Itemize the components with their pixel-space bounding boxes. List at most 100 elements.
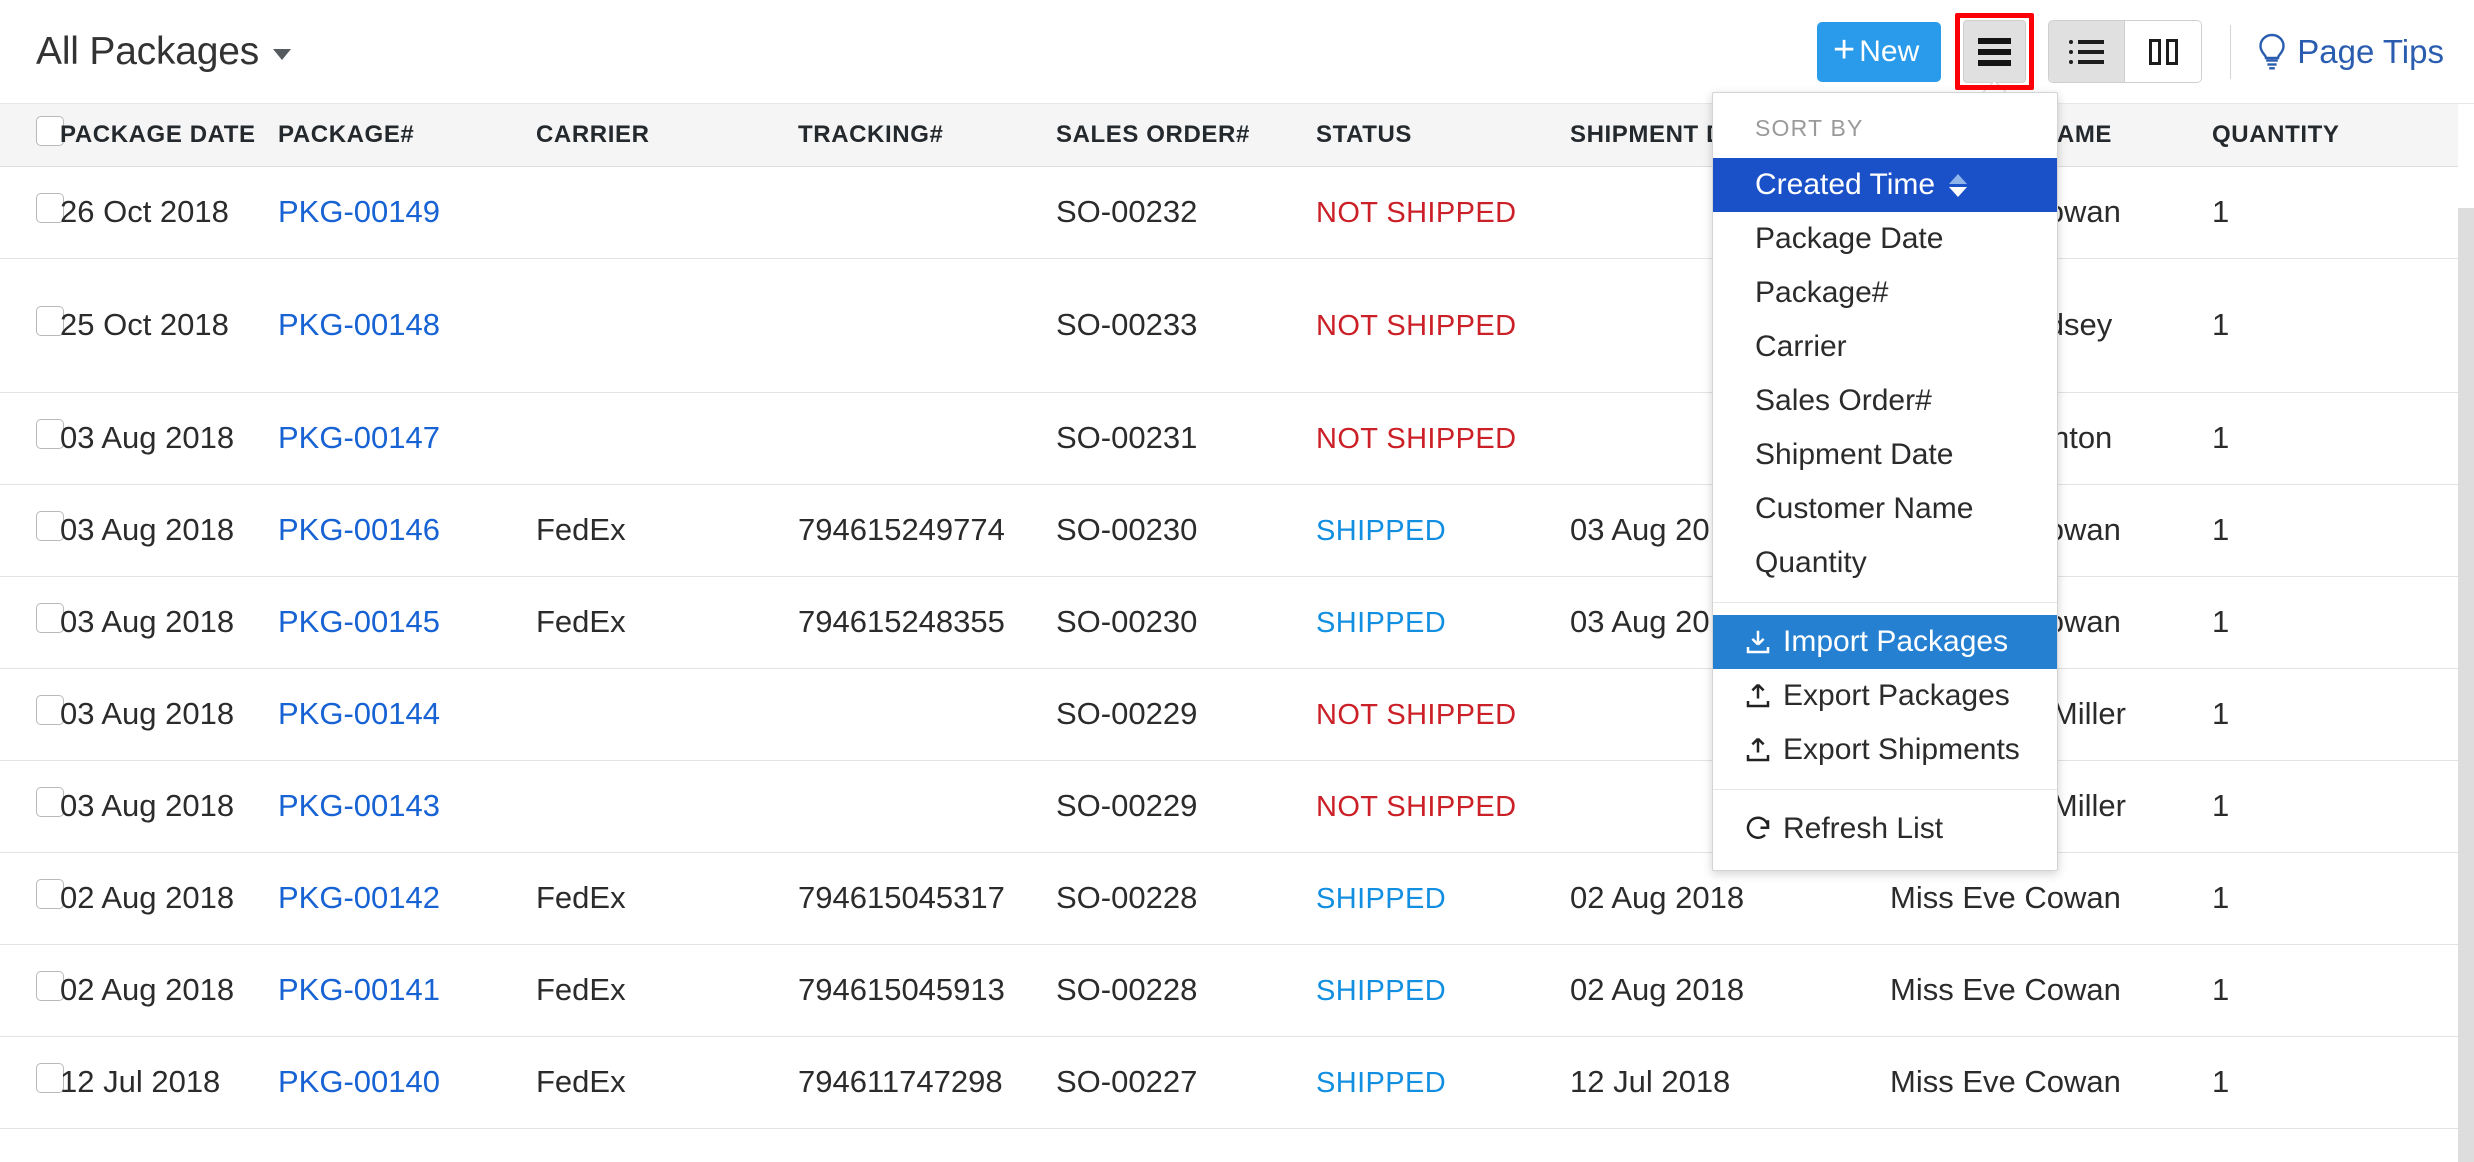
column-header-sales-order-no[interactable]: SALES ORDER# bbox=[1056, 104, 1316, 166]
cell-sales-order: SO-00232 bbox=[1056, 166, 1316, 258]
column-header-package-no[interactable]: PACKAGE# bbox=[278, 104, 536, 166]
cell-package-no-text[interactable]: PKG-00145 bbox=[278, 604, 440, 639]
table-row[interactable]: 12 Jul 2018PKG-00140FedEx794611747298SO-… bbox=[0, 1036, 2458, 1128]
table-row[interactable]: 03 Aug 2018PKG-00144SO-00229NOT SHIPPEDM… bbox=[0, 668, 2458, 760]
row-checkbox-cell bbox=[0, 484, 60, 576]
cell-package-no[interactable]: PKG-00147 bbox=[278, 392, 536, 484]
cell-customer-name: Miss Eve Cowan bbox=[1890, 944, 2212, 1036]
table-row[interactable]: 25 Oct 2018PKG-00148SO-00233NOT SHIPPEDM… bbox=[0, 258, 2458, 392]
packages-table-container: PACKAGE DATE PACKAGE# CARRIER TRACKING# … bbox=[0, 104, 2474, 1162]
menu-item-package[interactable]: Package# bbox=[1713, 266, 2057, 320]
column-header-carrier[interactable]: CARRIER bbox=[536, 104, 798, 166]
cell-package-date: 12 Jul 2018 bbox=[60, 1036, 278, 1128]
menu-item-created-time[interactable]: Created Time bbox=[1713, 158, 2057, 212]
cell-package-no-text[interactable]: PKG-00143 bbox=[278, 788, 440, 823]
cell-package-no[interactable]: PKG-00149 bbox=[278, 166, 536, 258]
cell-status-text: NOT SHIPPED bbox=[1316, 791, 1516, 823]
menu-item-export-packages[interactable]: Export Packages bbox=[1713, 669, 2057, 723]
cell-package-no[interactable]: PKG-00145 bbox=[278, 576, 536, 668]
menu-item-quantity[interactable]: Quantity bbox=[1713, 536, 2057, 590]
cell-quantity: 1 bbox=[2212, 760, 2458, 852]
cell-sales-order-text: SO-00232 bbox=[1056, 194, 1197, 229]
menu-item-customer-name[interactable]: Customer Name bbox=[1713, 482, 2057, 536]
cell-status: SHIPPED bbox=[1316, 484, 1570, 576]
cell-package-no[interactable]: PKG-00140 bbox=[278, 1036, 536, 1128]
row-checkbox-cell bbox=[0, 852, 60, 944]
table-row[interactable]: 26 Oct 2018PKG-00149SO-00232NOT SHIPPEDM… bbox=[0, 166, 2458, 258]
menu-item-label: Sales Order# bbox=[1755, 384, 1932, 418]
cell-quantity: 1 bbox=[2212, 944, 2458, 1036]
cell-tracking-no: 794615045913 bbox=[798, 944, 1056, 1036]
table-row[interactable]: 02 Aug 2018PKG-00142FedEx794615045317SO-… bbox=[0, 852, 2458, 944]
cell-tracking-no bbox=[798, 392, 1056, 484]
cell-tracking-no-text: 794615249774 bbox=[798, 512, 1005, 547]
cell-carrier bbox=[536, 166, 798, 258]
menu-item-label: Export Packages bbox=[1783, 679, 2010, 713]
menu-item-sales-order[interactable]: Sales Order# bbox=[1713, 374, 2057, 428]
cell-sales-order: SO-00228 bbox=[1056, 852, 1316, 944]
packages-list-page: All Packages + New bbox=[0, 0, 2474, 1162]
cell-tracking-no bbox=[798, 668, 1056, 760]
menu-item-import-packages[interactable]: Import Packages bbox=[1713, 615, 2057, 669]
page-tips-button[interactable]: Page Tips bbox=[2257, 33, 2444, 71]
menu-item-refresh-list[interactable]: Refresh List bbox=[1713, 802, 2057, 856]
cell-package-no[interactable]: PKG-00142 bbox=[278, 852, 536, 944]
menu-divider bbox=[1713, 602, 2057, 603]
table-row[interactable]: 03 Aug 2018PKG-00147SO-00231NOT SHIPPEDM… bbox=[0, 392, 2458, 484]
cell-package-no-text[interactable]: PKG-00141 bbox=[278, 972, 440, 1007]
new-button[interactable]: + New bbox=[1817, 22, 1941, 82]
cell-quantity: 1 bbox=[2212, 166, 2458, 258]
cell-quantity-text: 1 bbox=[2212, 307, 2229, 342]
cell-tracking-no bbox=[798, 166, 1056, 258]
cell-quantity-text: 1 bbox=[2212, 604, 2229, 639]
menu-item-export-shipments[interactable]: Export Shipments bbox=[1713, 723, 2057, 777]
cell-quantity: 1 bbox=[2212, 392, 2458, 484]
cell-package-date: 03 Aug 2018 bbox=[60, 668, 278, 760]
menu-item-shipment-date[interactable]: Shipment Date bbox=[1713, 428, 2057, 482]
table-row[interactable]: 03 Aug 2018PKG-00146FedEx794615249774SO-… bbox=[0, 484, 2458, 576]
cell-sales-order: SO-00229 bbox=[1056, 760, 1316, 852]
cell-package-date: 02 Aug 2018 bbox=[60, 852, 278, 944]
cell-package-no-text[interactable]: PKG-00140 bbox=[278, 1064, 440, 1099]
list-view-button[interactable] bbox=[2049, 21, 2125, 82]
cell-package-date-text: 26 Oct 2018 bbox=[60, 194, 229, 229]
table-row[interactable]: 03 Aug 2018PKG-00143SO-00229NOT SHIPPEDM… bbox=[0, 760, 2458, 852]
table-row[interactable]: 03 Aug 2018PKG-00145FedEx794615248355SO-… bbox=[0, 576, 2458, 668]
menu-section-label: SORT BY bbox=[1713, 93, 2057, 158]
cell-package-no[interactable]: PKG-00148 bbox=[278, 258, 536, 392]
cell-status-text: NOT SHIPPED bbox=[1316, 310, 1516, 342]
table-header: PACKAGE DATE PACKAGE# CARRIER TRACKING# … bbox=[0, 104, 2458, 166]
cell-status-text: SHIPPED bbox=[1316, 975, 1446, 1007]
menu-item-carrier[interactable]: Carrier bbox=[1713, 320, 2057, 374]
cell-package-no-text[interactable]: PKG-00147 bbox=[278, 420, 440, 455]
table-row[interactable]: 02 Aug 2018PKG-00141FedEx794615045913SO-… bbox=[0, 944, 2458, 1036]
column-header-quantity[interactable]: QUANTITY bbox=[2212, 104, 2458, 166]
cell-package-no[interactable]: PKG-00144 bbox=[278, 668, 536, 760]
cell-shipment-date-text: 02 Aug 2018 bbox=[1570, 972, 1744, 1007]
cell-status: NOT SHIPPED bbox=[1316, 258, 1570, 392]
vertical-scrollbar[interactable] bbox=[2458, 208, 2474, 1162]
cell-package-no-text[interactable]: PKG-00144 bbox=[278, 696, 440, 731]
cell-package-no[interactable]: PKG-00146 bbox=[278, 484, 536, 576]
cell-package-no[interactable]: PKG-00141 bbox=[278, 944, 536, 1036]
split-view-button[interactable] bbox=[2125, 21, 2201, 82]
cell-carrier bbox=[536, 760, 798, 852]
toolbar-actions: + New bbox=[1817, 20, 2444, 83]
cell-package-no-text[interactable]: PKG-00146 bbox=[278, 512, 440, 547]
menu-item-package-date[interactable]: Package Date bbox=[1713, 212, 2057, 266]
cell-carrier-text: FedEx bbox=[536, 512, 626, 547]
cell-quantity-text: 1 bbox=[2212, 696, 2229, 731]
column-header-tracking-no[interactable]: TRACKING# bbox=[798, 104, 1056, 166]
cell-sales-order-text: SO-00233 bbox=[1056, 307, 1197, 342]
column-header-status[interactable]: STATUS bbox=[1316, 104, 1570, 166]
cell-package-no[interactable]: PKG-00143 bbox=[278, 760, 536, 852]
menu-item-label: Export Shipments bbox=[1783, 733, 2020, 767]
column-header-package-date[interactable]: PACKAGE DATE bbox=[60, 104, 278, 166]
toolbar-divider bbox=[2230, 25, 2231, 79]
view-selector[interactable]: All Packages bbox=[36, 30, 291, 74]
cell-package-no-text[interactable]: PKG-00148 bbox=[278, 307, 440, 342]
cell-package-no-text[interactable]: PKG-00149 bbox=[278, 194, 440, 229]
hamburger-menu-button[interactable] bbox=[1963, 20, 2026, 83]
cell-package-no-text[interactable]: PKG-00142 bbox=[278, 880, 440, 915]
table-body: 26 Oct 2018 PKG-00149 SO-00232 NOT SHIPPED M… bbox=[0, 166, 2458, 1128]
